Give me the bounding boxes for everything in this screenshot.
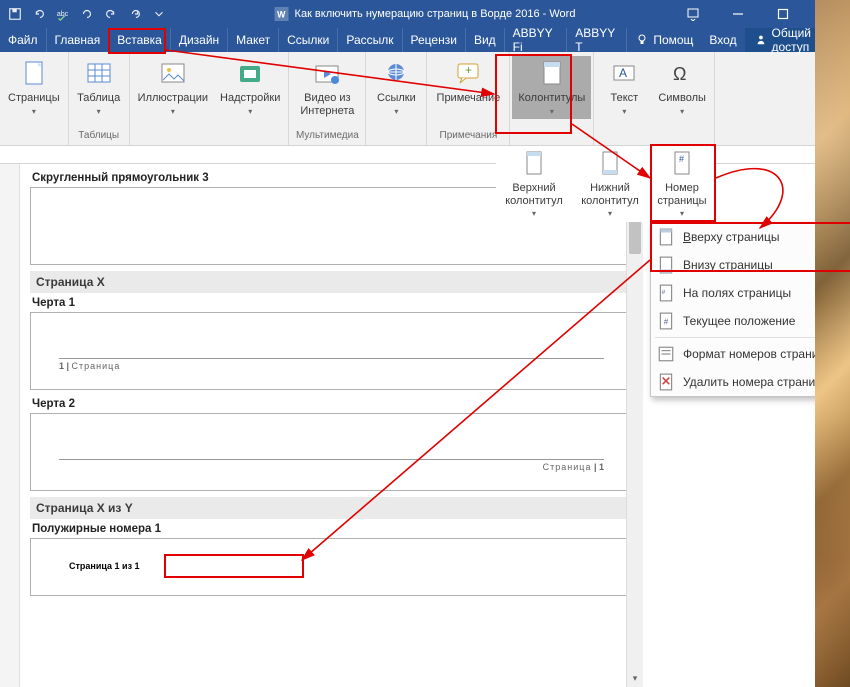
- tab-abbyy1[interactable]: ABBYY Fi: [505, 28, 568, 52]
- gallery-item-line1[interactable]: 1 | Страница: [30, 312, 633, 390]
- quick-access-toolbar: abc: [0, 3, 174, 25]
- word-icon: W: [275, 7, 289, 21]
- gallery-label: Полужирные номера 1: [30, 519, 633, 538]
- spell-icon[interactable]: abc: [52, 3, 74, 25]
- tab-mailings[interactable]: Рассылк: [338, 28, 402, 52]
- bottom-footer-button[interactable]: Нижнийколонтитул ▾: [572, 146, 648, 222]
- page-bottom-icon: [657, 256, 675, 274]
- online-video-button[interactable]: Видео изИнтернета: [291, 56, 363, 119]
- page-number-icon: #: [666, 148, 698, 180]
- gallery-section: Страница X: [30, 271, 633, 293]
- page-icon: [18, 58, 50, 90]
- desktop-background: [815, 0, 850, 687]
- page-margin-icon: #: [657, 284, 675, 302]
- page-number-gallery: Скругленный прямоугольник 3 Страница X Ч…: [0, 164, 643, 687]
- svg-text:Ω: Ω: [673, 64, 686, 84]
- header-icon: [518, 148, 550, 180]
- table-icon: [83, 58, 115, 90]
- ribbon-options-icon[interactable]: [670, 0, 715, 28]
- tab-review[interactable]: Рецензи: [403, 28, 466, 52]
- gallery-label: Черта 1: [30, 293, 633, 312]
- symbols-button[interactable]: Ω Символы▾: [652, 56, 712, 119]
- ribbon-tabs: Файл Главная Вставка Дизайн Макет Ссылки…: [0, 28, 850, 52]
- tab-references[interactable]: Ссылки: [279, 28, 338, 52]
- tell-me[interactable]: Помощ: [627, 28, 701, 52]
- redo-icon[interactable]: [124, 3, 146, 25]
- tab-insert[interactable]: Вставка: [109, 28, 171, 52]
- gallery-label: Черта 2: [30, 394, 633, 413]
- svg-text:W: W: [277, 10, 286, 20]
- sign-in[interactable]: Вход: [701, 28, 744, 52]
- svg-text:A: A: [619, 66, 627, 80]
- tab-design[interactable]: Дизайн: [171, 28, 228, 52]
- addins-button[interactable]: Надстройки▾: [214, 56, 286, 119]
- vertical-ruler[interactable]: [0, 164, 20, 687]
- gallery-scrollbar[interactable]: ▴ ▾: [626, 164, 643, 687]
- header-footer-gallery: Верхнийколонтитул ▾ Нижнийколонтитул ▾ #…: [496, 146, 716, 222]
- page-top-icon: [657, 228, 675, 246]
- svg-text:#: #: [662, 289, 666, 296]
- header-icon: [536, 58, 568, 90]
- textbox-icon: A: [608, 58, 640, 90]
- maximize-icon[interactable]: [760, 0, 805, 28]
- undo2-icon[interactable]: [100, 3, 122, 25]
- svg-text:#: #: [664, 317, 669, 326]
- share-icon: [755, 33, 767, 47]
- comment-button[interactable]: + Примечание: [429, 56, 507, 107]
- lightbulb-icon: [635, 33, 649, 47]
- format-icon: [657, 345, 675, 363]
- tab-home[interactable]: Главная: [47, 28, 110, 52]
- pages-button[interactable]: Страницы▾: [2, 56, 66, 119]
- table-button[interactable]: Таблица▾: [71, 56, 127, 119]
- window-title: W Как включить нумерацию страниц в Ворде…: [275, 7, 576, 21]
- remove-icon: [657, 373, 675, 391]
- header-footer-button[interactable]: Колонтитулы▾: [512, 56, 591, 119]
- addins-icon: [234, 58, 266, 90]
- svg-text:abc: abc: [57, 11, 69, 18]
- horizontal-ruler[interactable]: [0, 146, 850, 164]
- ribbon-insert: Страницы▾ Таблица▾ Таблицы Иллюстрации▾ …: [0, 52, 850, 146]
- text-button[interactable]: A Текст▾: [596, 56, 652, 119]
- comment-icon: +: [452, 58, 484, 90]
- minimize-icon[interactable]: [715, 0, 760, 28]
- repeat-icon[interactable]: [76, 3, 98, 25]
- link-icon: [380, 58, 412, 90]
- video-icon: [311, 58, 343, 90]
- undo-icon[interactable]: [28, 3, 50, 25]
- tab-file[interactable]: Файл: [0, 28, 47, 52]
- omega-icon: Ω: [666, 58, 698, 90]
- gallery-item-bold1[interactable]: Страница 1 из 1: [30, 538, 633, 596]
- gallery-section: Страница X из Y: [30, 497, 633, 519]
- top-header-button[interactable]: Верхнийколонтитул ▾: [496, 146, 572, 222]
- svg-text:+: +: [465, 63, 472, 77]
- titlebar: abc W Как включить нумерацию страниц в В…: [0, 0, 850, 28]
- tab-layout[interactable]: Макет: [228, 28, 279, 52]
- illustrations-button[interactable]: Иллюстрации▾: [132, 56, 214, 119]
- footer-icon: [594, 148, 626, 180]
- current-pos-icon: #: [657, 312, 675, 330]
- svg-text:#: #: [679, 154, 684, 164]
- tab-abbyy2[interactable]: ABBYY T: [567, 28, 627, 52]
- tab-view[interactable]: Вид: [466, 28, 505, 52]
- page-number-button[interactable]: # Номерстраницы ▾: [648, 146, 716, 222]
- qat-more-icon[interactable]: [148, 3, 170, 25]
- picture-icon: [157, 58, 189, 90]
- gallery-item-line2[interactable]: Страница | 1: [30, 413, 633, 491]
- save-icon[interactable]: [4, 3, 26, 25]
- scroll-down-icon[interactable]: ▾: [627, 670, 643, 687]
- links-button[interactable]: Ссылки▾: [368, 56, 424, 119]
